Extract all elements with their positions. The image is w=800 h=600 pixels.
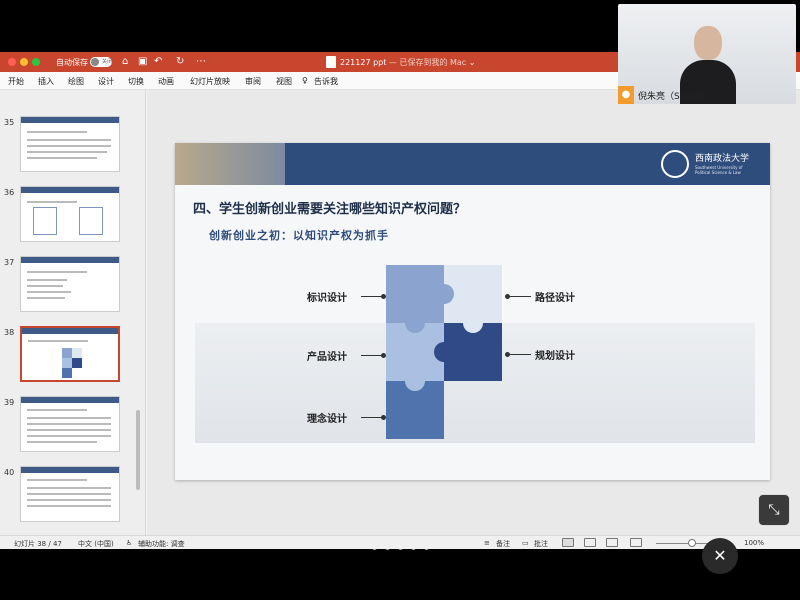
- thumbnail-39[interactable]: 39: [0, 396, 140, 456]
- label-path-design: 路径设计: [535, 293, 575, 304]
- powerpoint-window: 自动保存 关闭 ⌂ ▣ ↶ ↻ ⋯ 221127 ppt — 已保存到我的 Ma…: [0, 52, 800, 550]
- connector-dot: [381, 353, 386, 358]
- document-status: — 已保存到我的 Mac: [386, 58, 467, 67]
- puzzle-diagram: [386, 265, 502, 439]
- thumbnail-number: 35: [4, 118, 15, 127]
- label-product-design: 产品设计: [307, 352, 347, 363]
- thumbnail-image: [20, 396, 120, 452]
- undo-icon[interactable]: ↶: [154, 55, 162, 69]
- tab-tell-me[interactable]: 告诉我: [314, 76, 338, 87]
- autosave-label: 自动保存: [56, 58, 88, 67]
- puzzle-piece-top-right: [434, 265, 502, 323]
- screen: 自动保存 关闭 ⌂ ▣ ↶ ↻ ⋯ 221127 ppt — 已保存到我的 Ma…: [0, 0, 800, 600]
- participant-name: 倪朱亮（SeanNi）: [638, 92, 715, 102]
- reading-view-icon[interactable]: [606, 538, 618, 547]
- thumbnail-40[interactable]: 40: [0, 466, 140, 526]
- thumbnail-number: 36: [4, 188, 15, 197]
- microphone-muted-icon[interactable]: ✕: [702, 538, 738, 574]
- puzzle-piece-middle-right: [434, 313, 502, 381]
- home-icon[interactable]: ⌂: [122, 55, 128, 69]
- autosave-state: 关闭: [102, 59, 113, 65]
- tab-home[interactable]: 开始: [8, 76, 24, 87]
- connector-line: [361, 417, 383, 418]
- accessibility-status[interactable]: 辅助功能: 调查: [138, 539, 185, 549]
- label-concept-design: 理念设计: [307, 414, 347, 425]
- zoom-level[interactable]: 100%: [744, 539, 764, 547]
- tab-view[interactable]: 视图: [276, 76, 292, 87]
- thumbnail-scrollbar[interactable]: [136, 410, 140, 490]
- slide-counter: 幻灯片 38 / 47: [14, 540, 62, 548]
- close-window-button[interactable]: [8, 58, 16, 66]
- comments-button[interactable]: 批注: [534, 539, 548, 549]
- accessibility-icon: ♿: [126, 539, 133, 547]
- thumbnail-image: [20, 326, 120, 382]
- chevron-down-icon: ⌄: [468, 58, 476, 67]
- participant-label: ● 倪朱亮（SeanNi）: [618, 86, 796, 104]
- connector-dot: [381, 294, 386, 299]
- label-planning-design: 规划设计: [535, 351, 575, 362]
- thumbnail-36[interactable]: 36: [0, 186, 140, 246]
- tab-transitions[interactable]: 切换: [128, 76, 144, 87]
- connector-line: [509, 296, 531, 297]
- slide-thumbnail-panel: 35 36 37 38 39 40: [0, 90, 146, 535]
- thumbnail-number: 37: [4, 258, 15, 267]
- notes-button[interactable]: 备注: [496, 539, 510, 549]
- thumbnail-image: [20, 466, 120, 522]
- tab-design[interactable]: 设计: [98, 76, 114, 87]
- tab-draw[interactable]: 绘图: [68, 76, 84, 87]
- normal-view-icon[interactable]: [562, 538, 574, 547]
- save-icon[interactable]: ▣: [138, 55, 147, 69]
- thumbnail-number: 39: [4, 398, 15, 407]
- thumbnail-38-selected[interactable]: 38: [0, 326, 140, 386]
- connector-dot: [381, 415, 386, 420]
- thumbnail-number: 38: [4, 328, 15, 337]
- tab-review[interactable]: 审阅: [245, 76, 261, 87]
- document-name: 221127 ppt: [340, 58, 387, 67]
- thumbnail-37[interactable]: 37: [0, 256, 140, 316]
- comments-icon: ▭: [522, 539, 529, 547]
- zoom-slider-handle[interactable]: [688, 539, 696, 547]
- thumbnail-number: 40: [4, 468, 15, 477]
- toggle-knob: [91, 58, 99, 66]
- language-indicator[interactable]: 中文 (中国): [78, 539, 114, 549]
- tab-insert[interactable]: 插入: [38, 76, 54, 87]
- notes-icon: ≡: [484, 539, 490, 547]
- participant-head: [694, 26, 722, 60]
- autosave-toggle[interactable]: 关闭: [90, 57, 112, 67]
- tab-slideshow[interactable]: 幻灯片放映: [190, 76, 230, 87]
- thumbnail-image: [20, 116, 120, 172]
- tab-animations[interactable]: 动画: [158, 76, 174, 87]
- document-title[interactable]: 221127 ppt — 已保存到我的 Mac ⌄: [340, 57, 475, 68]
- status-bar: 幻灯片 38 / 47 中文 (中国) ♿ 辅助功能: 调查 ≡ 备注 ▭ 批注…: [0, 535, 800, 549]
- document-icon: [326, 56, 336, 68]
- label-identity-design: 标识设计: [307, 293, 347, 304]
- more-icon[interactable]: ⋯: [196, 55, 206, 69]
- current-slide[interactable]: 西南政法大学 Southwest University of Political…: [175, 143, 770, 480]
- lightbulb-icon: ♀: [302, 76, 308, 85]
- fullscreen-window-button[interactable]: [32, 58, 40, 66]
- connector-line: [361, 296, 383, 297]
- puzzle-piece-bottom: [386, 371, 444, 439]
- redo-icon[interactable]: ↻: [176, 55, 184, 69]
- slide-canvas: 西南政法大学 Southwest University of Political…: [147, 90, 800, 550]
- user-icon: ●: [618, 86, 634, 104]
- slide-sorter-icon[interactable]: [584, 538, 596, 547]
- minimize-window-button[interactable]: [20, 58, 28, 66]
- connector-line: [509, 354, 531, 355]
- thumbnail-image: [20, 186, 120, 242]
- thumbnail-35[interactable]: 35: [0, 116, 140, 176]
- fit-to-window-icon[interactable]: ⤡: [758, 494, 790, 526]
- thumbnail-image: [20, 256, 120, 312]
- slideshow-icon[interactable]: [630, 538, 642, 547]
- connector-line: [361, 355, 383, 356]
